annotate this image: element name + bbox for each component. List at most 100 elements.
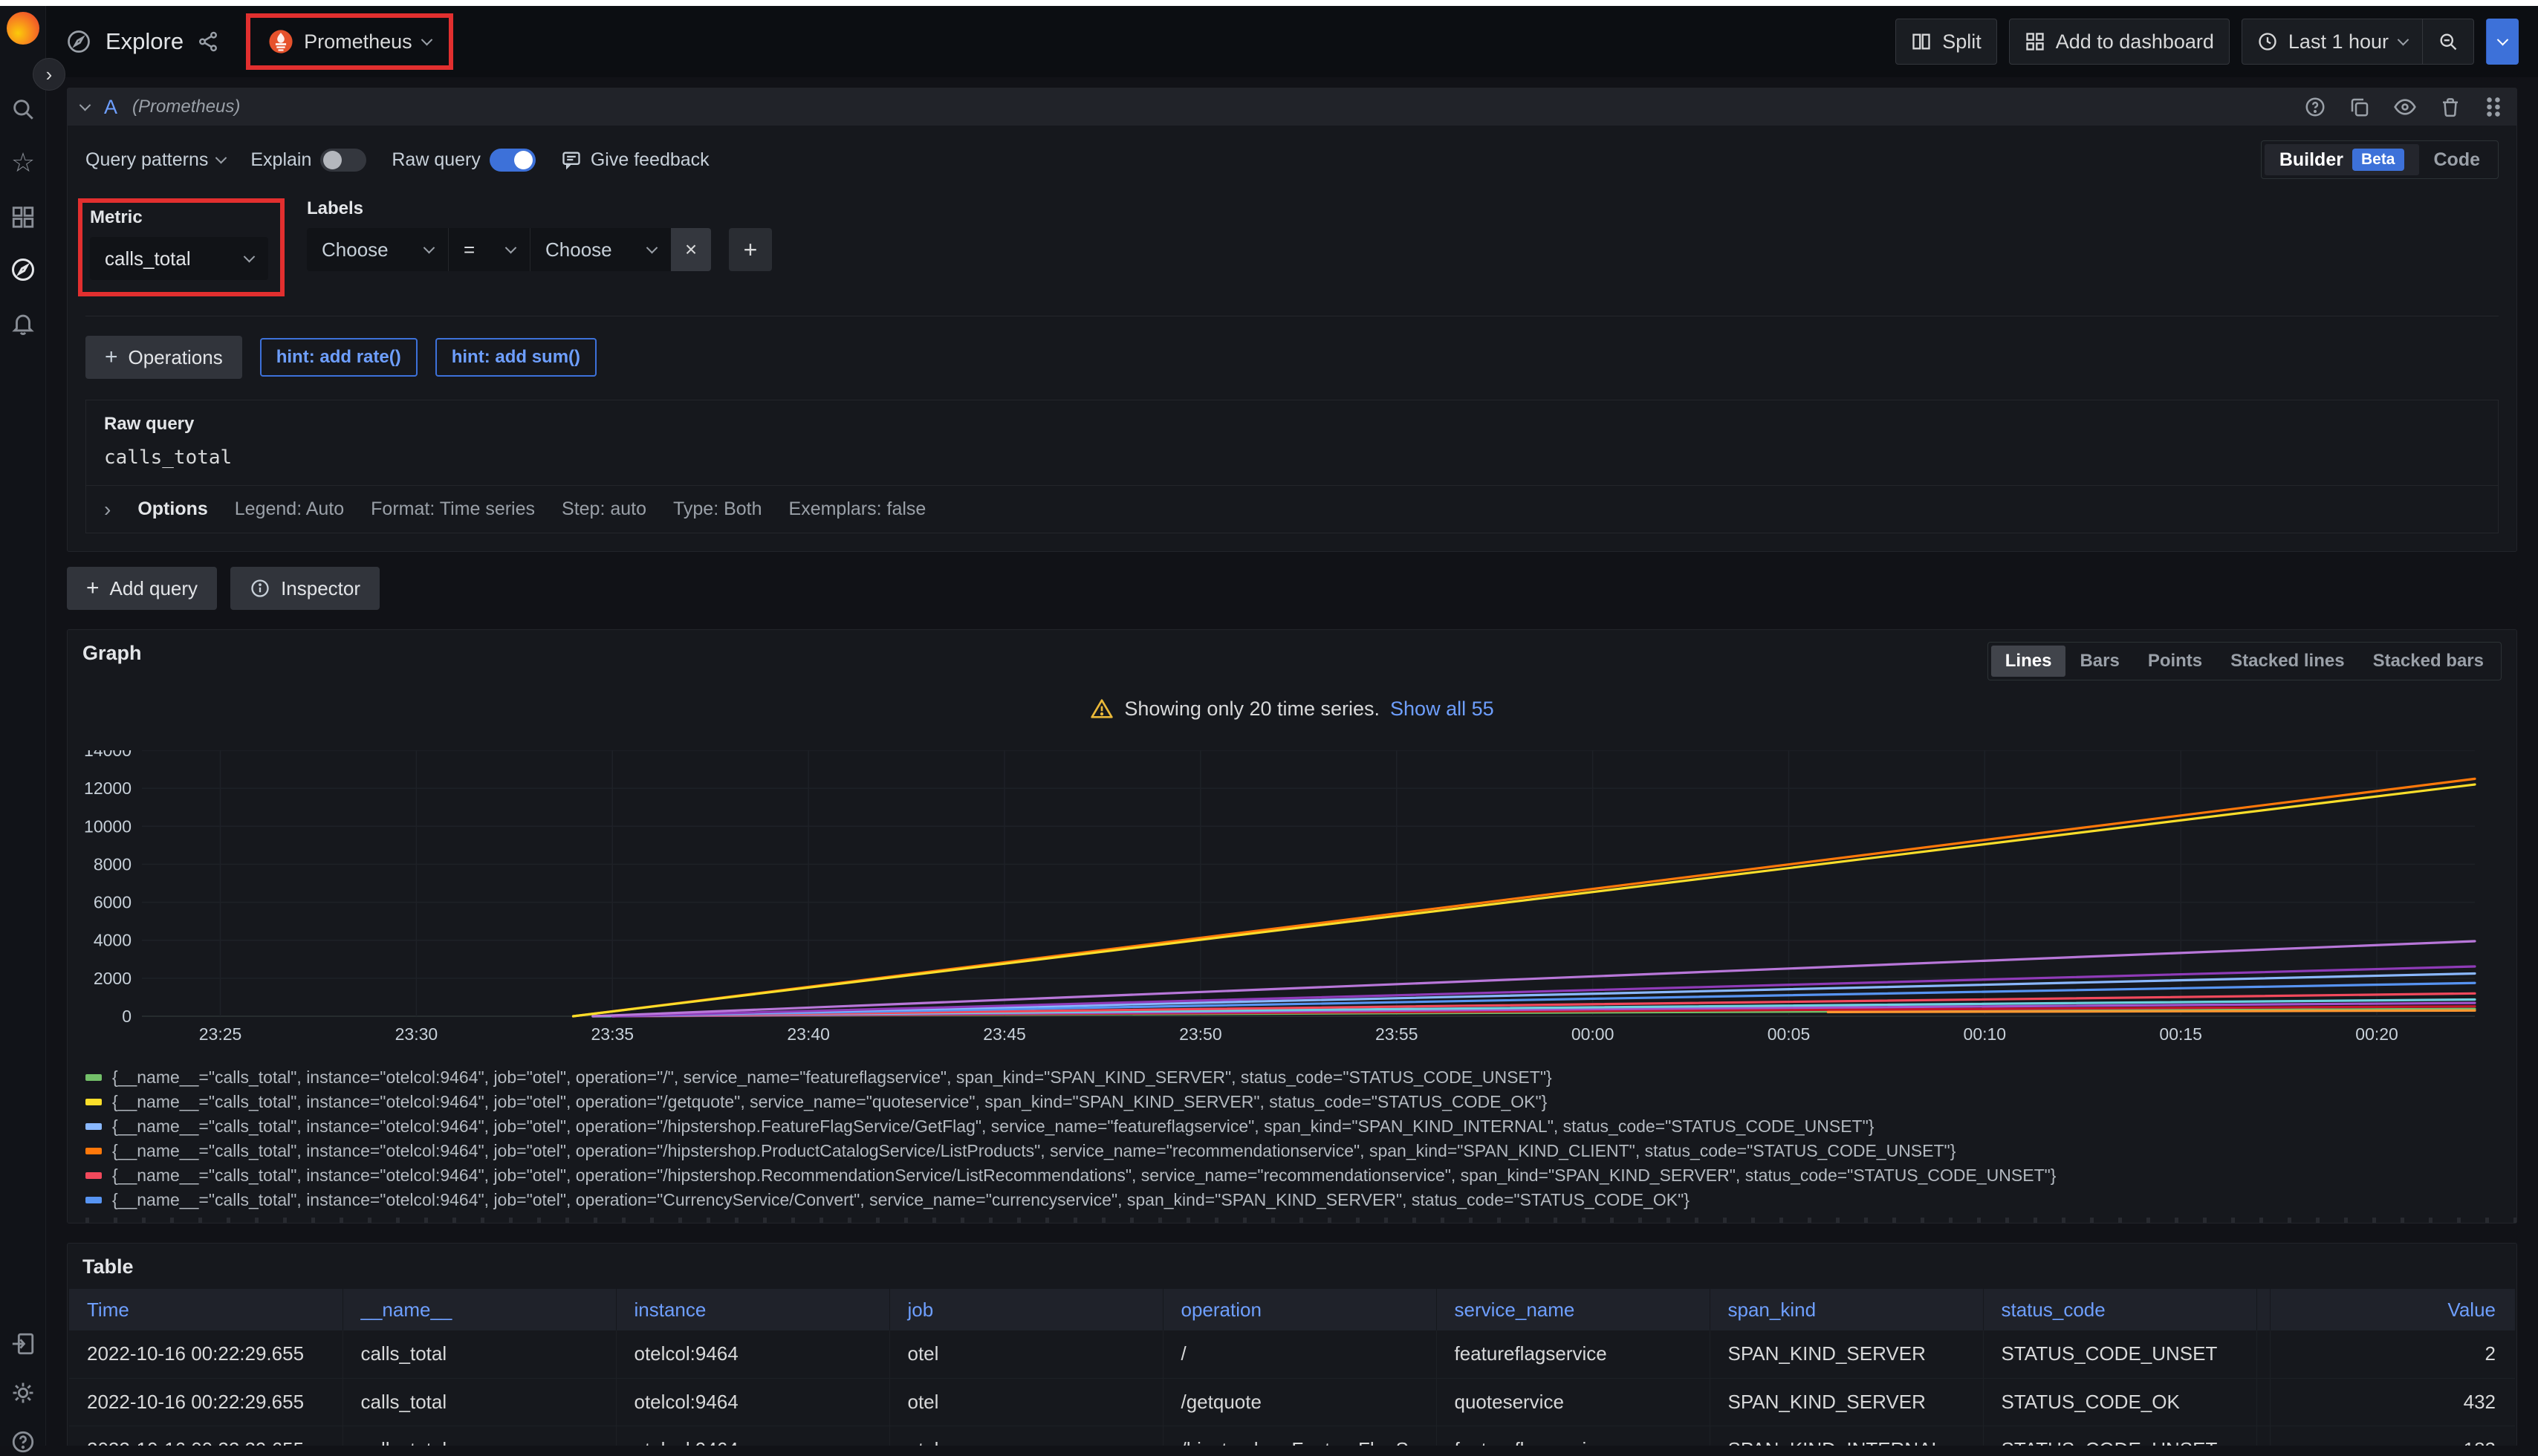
hint-add-sum-button[interactable]: hint: add sum() — [435, 338, 597, 377]
table-cell: featureflagservice — [1436, 1426, 1710, 1446]
legend-item[interactable]: {__name__="calls_total", instance="otelc… — [85, 1065, 2516, 1090]
table-cell: STATUS_CODE_OK — [1983, 1378, 2256, 1426]
raw-query-value: calls_total — [104, 446, 2480, 469]
svg-text:23:50: 23:50 — [1179, 1024, 1222, 1044]
label-name-placeholder: Choose — [322, 238, 409, 261]
add-to-dashboard-button[interactable]: Add to dashboard — [2009, 19, 2230, 65]
legend-series-label: {__name__="calls_total", instance="otelc… — [112, 1141, 1956, 1161]
time-series-chart[interactable]: 0200040006000800010000120001400023:2523:… — [78, 750, 2509, 1046]
graph-legend: {__name__="calls_total", instance="otelc… — [85, 1065, 2516, 1223]
datasource-picker[interactable]: Prometheus — [256, 22, 443, 62]
show-all-series-link[interactable]: Show all 55 — [1390, 698, 1494, 721]
table-row[interactable]: 2022-10-16 00:22:29.655calls_totalotelco… — [69, 1378, 2515, 1426]
label-operator-select[interactable]: = — [448, 228, 530, 271]
table-cell: otel — [889, 1378, 1163, 1426]
table-cell: otel — [889, 1330, 1163, 1378]
series-limit-warning: Showing only 20 time series. Show all 55 — [68, 697, 2516, 721]
tab-bars[interactable]: Bars — [2065, 646, 2133, 677]
svg-text:8000: 8000 — [94, 854, 132, 874]
code-tab[interactable]: Code — [2419, 144, 2496, 175]
query-patterns-dropdown[interactable]: Query patterns — [85, 149, 225, 171]
table-cell: quoteservice — [1436, 1378, 1710, 1426]
hide-query-eye-icon[interactable] — [2393, 95, 2417, 119]
table-cell: 2022-10-16 00:22:29.655 — [69, 1378, 343, 1426]
column-header-time[interactable]: Time — [69, 1289, 343, 1330]
legend-item[interactable]: {__name__="calls_total", instance="otelc… — [85, 1163, 2516, 1188]
svg-text:00:00: 00:00 — [1571, 1024, 1614, 1044]
dashboards-icon[interactable] — [9, 202, 37, 230]
operations-label: Operations — [129, 346, 223, 369]
add-label-button[interactable]: + — [729, 228, 772, 271]
tab-points[interactable]: Points — [2134, 646, 2216, 677]
hint-add-rate-button[interactable]: hint: add rate() — [260, 338, 418, 377]
copy-query-icon[interactable] — [2349, 96, 2371, 118]
run-query-dropdown[interactable] — [2486, 19, 2519, 65]
add-query-button[interactable]: + Add query — [67, 567, 217, 610]
column-header-name[interactable]: __name__ — [343, 1289, 616, 1330]
tab-stacked-lines[interactable]: Stacked lines — [2216, 646, 2358, 677]
main-content: A (Prometheus) Query patterns Explain — [46, 77, 2538, 1446]
help-icon[interactable] — [9, 1428, 37, 1456]
sidebar-expand-button[interactable]: › — [33, 58, 65, 91]
remove-label-button[interactable]: × — [671, 228, 711, 271]
starred-icon[interactable]: ☆ — [9, 149, 37, 177]
legend-item[interactable]: {__name__="calls_total", instance="otelc… — [85, 1188, 2516, 1212]
operations-button[interactable]: + Operations — [85, 336, 242, 379]
label-name-select[interactable]: Choose — [307, 228, 448, 271]
svg-text:23:45: 23:45 — [983, 1024, 1026, 1044]
builder-code-switch: Builder Beta Code — [2261, 140, 2499, 179]
table-cell: SPAN_KIND_SERVER — [1710, 1330, 1983, 1378]
alerting-bell-icon[interactable] — [9, 309, 37, 337]
share-icon[interactable] — [197, 30, 219, 53]
raw-query-toggle-group: Raw query — [392, 149, 536, 172]
chevron-down-icon — [215, 152, 227, 163]
give-feedback-link[interactable]: Give feedback — [561, 149, 710, 171]
table-panel: Table Time__name__instancejoboperationse… — [67, 1243, 2517, 1446]
column-header-statuscode[interactable]: status_code — [1983, 1289, 2256, 1330]
explain-toggle[interactable] — [320, 149, 366, 172]
tab-stacked-bars[interactable]: Stacked bars — [2359, 646, 2498, 677]
table-row[interactable]: 2022-10-16 00:22:29.655calls_totalotelco… — [69, 1330, 2515, 1378]
legend-item[interactable]: {__name__="calls_total", instance="otelc… — [85, 1139, 2516, 1163]
column-header-servicename[interactable]: service_name — [1436, 1289, 1710, 1330]
search-icon[interactable] — [9, 95, 37, 123]
raw-query-toggle-label: Raw query — [392, 149, 481, 171]
sign-in-icon[interactable] — [9, 1330, 37, 1358]
query-row-header[interactable]: A (Prometheus) — [68, 88, 2516, 126]
drag-handle-icon[interactable] — [2484, 96, 2503, 118]
delete-query-trash-icon[interactable] — [2439, 96, 2461, 118]
query-help-icon[interactable] — [2304, 96, 2326, 118]
builder-tab[interactable]: Builder Beta — [2265, 144, 2419, 175]
column-header-spankind[interactable]: span_kind — [1710, 1289, 1983, 1330]
table-cell: 182 — [2270, 1426, 2515, 1446]
run-query-button[interactable]: Run query — [2486, 19, 2519, 65]
collapse-chevron-icon[interactable] — [79, 99, 91, 111]
graph-panel: Graph Lines Bars Points Stacked lines St… — [67, 629, 2517, 1223]
column-header-operation[interactable]: operation — [1163, 1289, 1436, 1330]
metric-select[interactable]: calls_total — [90, 237, 268, 280]
options-chevron-icon: › — [104, 498, 111, 521]
options-row[interactable]: › Options Legend: Auto Format: Time seri… — [85, 486, 2499, 533]
settings-gear-icon[interactable] — [9, 1379, 37, 1407]
svg-text:00:15: 00:15 — [2159, 1024, 2202, 1044]
inspector-button[interactable]: Inspector — [230, 567, 380, 610]
zoom-out-button[interactable] — [2422, 19, 2473, 64]
column-header-job[interactable]: job — [889, 1289, 1163, 1330]
legend-item[interactable]: {__name__="calls_total", instance="otelc… — [85, 1114, 2516, 1139]
tab-lines[interactable]: Lines — [1991, 646, 2066, 677]
time-range-label: Last 1 hour — [2288, 30, 2389, 53]
column-header-instance[interactable]: instance — [616, 1289, 889, 1330]
label-value-select[interactable]: Choose — [530, 228, 671, 271]
svg-text:23:35: 23:35 — [591, 1024, 634, 1044]
explore-icon[interactable] — [9, 256, 37, 284]
table-row[interactable]: 2022-10-16 00:22:29.655calls_totalotelco… — [69, 1426, 2515, 1446]
table-cell: STATUS_CODE_UNSET — [1983, 1426, 2256, 1446]
legend-swatch-icon — [85, 1074, 102, 1081]
split-button[interactable]: Split — [1895, 19, 1997, 65]
time-range-button[interactable]: Last 1 hour — [2242, 19, 2422, 64]
legend-item[interactable]: {__name__="calls_total", instance="otelc… — [85, 1090, 2516, 1114]
column-header-value[interactable]: Value — [2270, 1289, 2515, 1330]
raw-query-toggle[interactable] — [490, 149, 536, 172]
warning-triangle-icon — [1090, 697, 1114, 721]
grafana-logo[interactable] — [7, 12, 39, 45]
